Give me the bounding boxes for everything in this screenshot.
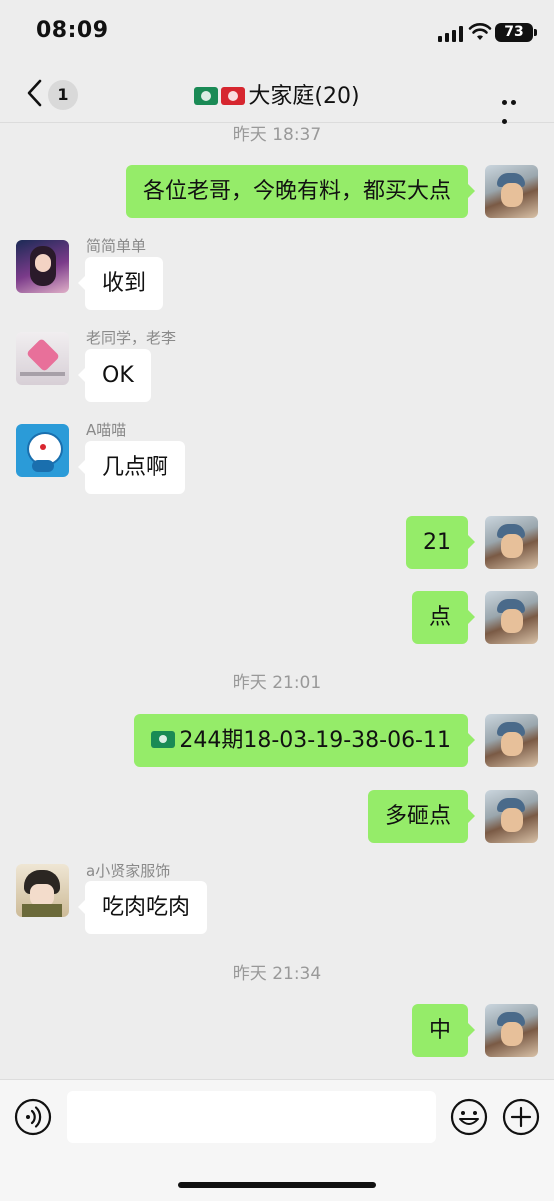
home-indicator xyxy=(178,1182,376,1188)
message-bubble-out[interactable]: 中 xyxy=(411,1004,476,1057)
self-avatar[interactable] xyxy=(485,591,538,644)
sender-name: a小贤家服饰 xyxy=(86,862,171,880)
self-avatar[interactable] xyxy=(485,790,538,843)
message-bubble-out[interactable]: 21 xyxy=(406,516,475,569)
emoji-icon[interactable] xyxy=(450,1098,488,1136)
wifi-icon xyxy=(468,23,492,40)
more-icon[interactable] xyxy=(502,90,528,124)
chat-title-text: 大家庭(20) xyxy=(248,84,360,109)
avatar[interactable] xyxy=(16,424,69,477)
macau-flag-icon xyxy=(194,87,219,105)
sender-name: A喵喵 xyxy=(86,421,127,439)
battery-tip xyxy=(534,29,537,36)
timestamp: 昨天 21:34 xyxy=(232,964,322,984)
message-bubble-out[interactable]: 各位老哥，今晚有料，都买大点 xyxy=(125,165,476,218)
message-text: 244期18-03-19-38-06-11 xyxy=(179,728,451,753)
hongkong-flag-icon xyxy=(221,87,246,105)
sender-name: 简简单单 xyxy=(86,237,147,255)
macau-flag-icon xyxy=(151,731,176,748)
status-bar: 08:09 73 xyxy=(0,0,554,64)
self-avatar[interactable] xyxy=(485,714,538,767)
message-bubble-in[interactable]: 吃肉吃肉 xyxy=(77,881,208,934)
message-input[interactable] xyxy=(67,1091,436,1143)
avatar[interactable] xyxy=(16,332,69,385)
timestamp: 昨天 21:01 xyxy=(232,673,322,693)
self-avatar[interactable] xyxy=(485,516,538,569)
message-bubble-out[interactable]: 多砸点 xyxy=(367,790,476,843)
chat-title[interactable]: 大家庭(20) xyxy=(0,78,554,110)
voice-icon[interactable] xyxy=(14,1098,52,1136)
message-bubble-in[interactable]: 收到 xyxy=(77,257,164,310)
avatar[interactable] xyxy=(16,864,69,917)
battery-indicator: 73 xyxy=(495,23,533,42)
message-bubble-in[interactable]: 几点啊 xyxy=(77,441,186,494)
chat-header: 1 大家庭(20) xyxy=(0,64,554,124)
plus-icon[interactable] xyxy=(502,1098,540,1136)
message-bubble-out[interactable]: 点 xyxy=(411,591,476,644)
sender-name: 老同学，老李 xyxy=(86,329,177,347)
self-avatar[interactable] xyxy=(485,165,538,218)
status-time: 08:09 xyxy=(36,18,109,43)
timestamp: 昨天 18:37 xyxy=(232,125,322,145)
self-avatar[interactable] xyxy=(485,1004,538,1057)
message-bubble-in[interactable]: OK xyxy=(78,349,151,402)
avatar[interactable] xyxy=(16,240,69,293)
message-bubble-out[interactable]: 244期18-03-19-38-06-11 xyxy=(134,714,475,767)
signal-icon xyxy=(438,26,463,42)
